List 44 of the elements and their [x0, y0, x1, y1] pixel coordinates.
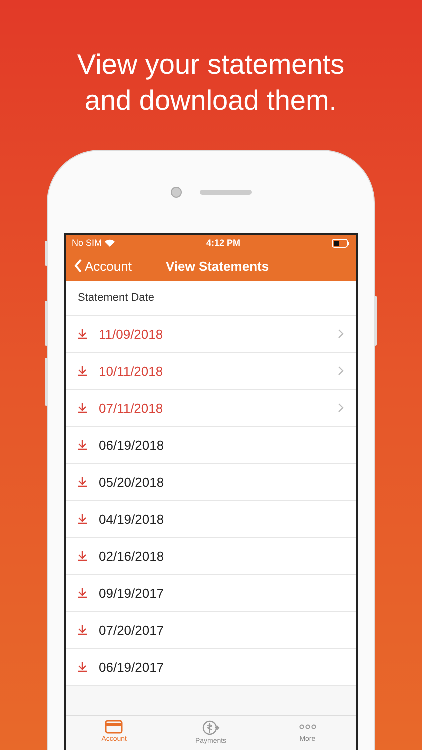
- statement-row[interactable]: 05/20/2018: [66, 464, 356, 501]
- chevron-icon: [338, 329, 344, 339]
- statement-row[interactable]: 10/11/2018: [66, 353, 356, 390]
- statement-date: 02/16/2018: [99, 548, 166, 564]
- download-icon: [78, 662, 87, 672]
- chevron-icon: [338, 403, 344, 413]
- statement-row[interactable]: 11/09/2018: [66, 316, 356, 353]
- statement-date: 09/19/2017: [99, 586, 166, 600]
- status-time: 4:12 PM: [206, 238, 241, 248]
- statement-row[interactable]: 04/19/2018: [66, 501, 356, 538]
- back-chevron-icon: [74, 259, 83, 273]
- card-icon: [105, 720, 124, 734]
- screen-title: View Statements: [166, 258, 270, 274]
- carrier-text: No SIM: [72, 238, 102, 248]
- statement-row[interactable]: 09/19/2017: [66, 575, 356, 612]
- statement-row[interactable]: 06/19/2017: [66, 649, 356, 686]
- download-icon: [78, 440, 87, 450]
- download-icon: [78, 588, 87, 598]
- download-icon: [78, 551, 87, 561]
- download-icon: [78, 477, 87, 487]
- statement-date: 11/09/2018: [99, 326, 164, 342]
- statement-row[interactable]: 02/16/2018: [66, 538, 356, 575]
- statement-date: 07/11/2018: [99, 400, 164, 416]
- headline: View your statements and download them.: [76, 48, 346, 118]
- statement-date: 05/20/2018: [99, 474, 166, 490]
- download-icon: [78, 329, 87, 339]
- wifi-icon: [105, 239, 116, 247]
- statement-date: 10/11/2018: [99, 364, 164, 378]
- statement-row[interactable]: 07/20/2017: [66, 612, 356, 649]
- chevron-icon: [338, 366, 344, 376]
- statement-row[interactable]: 07/11/2018: [66, 390, 356, 427]
- speaker-drawing: [200, 190, 252, 194]
- statement-date: 04/19/2018: [99, 512, 166, 526]
- statement-date: 06/19/2018: [99, 438, 166, 452]
- download-icon: [78, 403, 87, 413]
- statement-date: 06/19/2017: [99, 660, 166, 674]
- camera-drawing: [170, 186, 182, 198]
- statement-date: 07/20/2017: [99, 622, 166, 638]
- download-icon: [78, 366, 87, 376]
- download-icon: [78, 514, 87, 524]
- statement-row[interactable]: 06/19/2018: [66, 427, 356, 464]
- list-header: Statement Date: [78, 292, 154, 304]
- battery-icon: [332, 238, 350, 248]
- download-icon: [78, 625, 87, 635]
